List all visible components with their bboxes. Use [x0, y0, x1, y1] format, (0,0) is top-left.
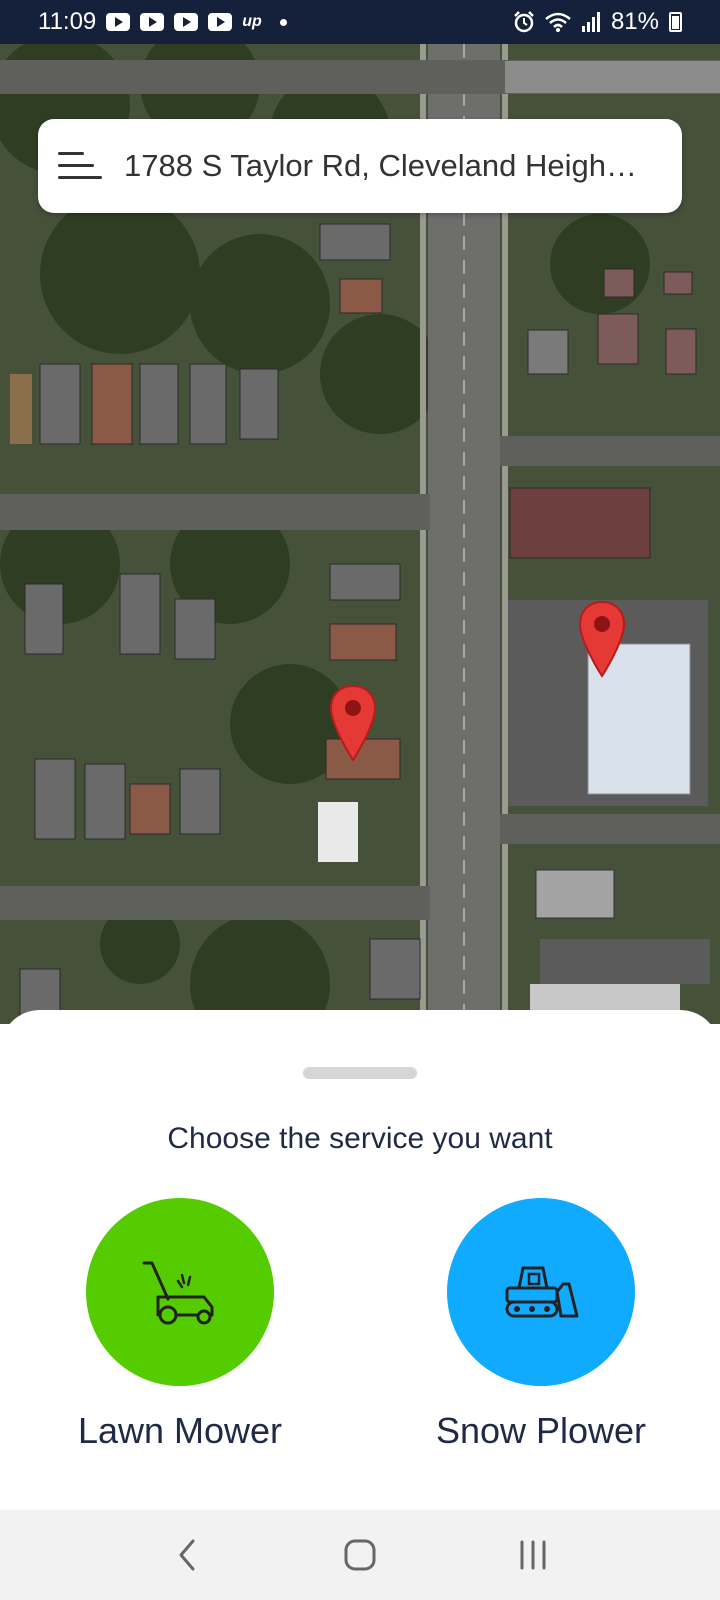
snow-plower-circle[interactable] — [447, 1198, 635, 1386]
youtube-icon — [208, 13, 233, 31]
drag-handle[interactable] — [303, 1067, 417, 1079]
status-bar: 11:09 up 81% — [0, 0, 720, 44]
youtube-icon — [174, 13, 199, 31]
service-bottom-sheet: Choose the service you want Lawn Mower S… — [0, 1010, 720, 1510]
snow-plow-icon — [505, 1266, 579, 1318]
lawn-mower-button[interactable]: Lawn Mower — [30, 1198, 330, 1452]
lawn-mower-icon — [142, 1261, 214, 1325]
status-time: 11:09 — [38, 8, 97, 35]
signal-icon — [581, 12, 600, 32]
home-button[interactable] — [330, 1525, 390, 1585]
location-pin[interactable] — [578, 600, 626, 678]
home-icon — [344, 1539, 376, 1571]
status-right: 81% — [513, 8, 682, 36]
wifi-icon — [545, 12, 571, 32]
address-search-bar[interactable]: 1788 S Taylor Rd, Cleveland Height… — [38, 119, 682, 213]
status-left: 11:09 up — [38, 8, 287, 36]
youtube-icon — [106, 13, 131, 31]
back-button[interactable] — [157, 1525, 217, 1585]
alarm-icon — [514, 11, 534, 33]
recents-icon — [520, 1540, 546, 1570]
cross-street — [0, 886, 430, 920]
cross-street — [500, 436, 720, 466]
white-building — [318, 802, 358, 862]
lawn-mower-circle[interactable] — [86, 1198, 274, 1386]
cross-street — [500, 814, 720, 844]
dot-icon — [279, 18, 287, 26]
lawn-mower-label[interactable]: Lawn Mower — [30, 1410, 330, 1452]
cross-street — [0, 494, 430, 530]
recents-button[interactable] — [503, 1525, 563, 1585]
snow-plower-label[interactable]: Snow Plower — [391, 1410, 691, 1452]
battery-icon — [669, 12, 682, 32]
commercial-building — [509, 487, 651, 559]
address-text[interactable]: 1788 S Taylor Rd, Cleveland Height… — [124, 148, 644, 184]
back-icon — [179, 1539, 195, 1571]
sheet-title: Choose the service you want — [167, 1122, 553, 1155]
system-nav-bar — [0, 1510, 720, 1600]
snow-plower-button[interactable]: Snow Plower — [391, 1198, 691, 1452]
gas-station — [535, 869, 615, 919]
battery-percent: 81% — [610, 8, 659, 35]
youtube-icon — [140, 13, 165, 31]
hamburger-menu-icon[interactable] — [58, 146, 104, 186]
location-pin[interactable] — [329, 684, 377, 762]
up-icon: up — [242, 13, 262, 30]
